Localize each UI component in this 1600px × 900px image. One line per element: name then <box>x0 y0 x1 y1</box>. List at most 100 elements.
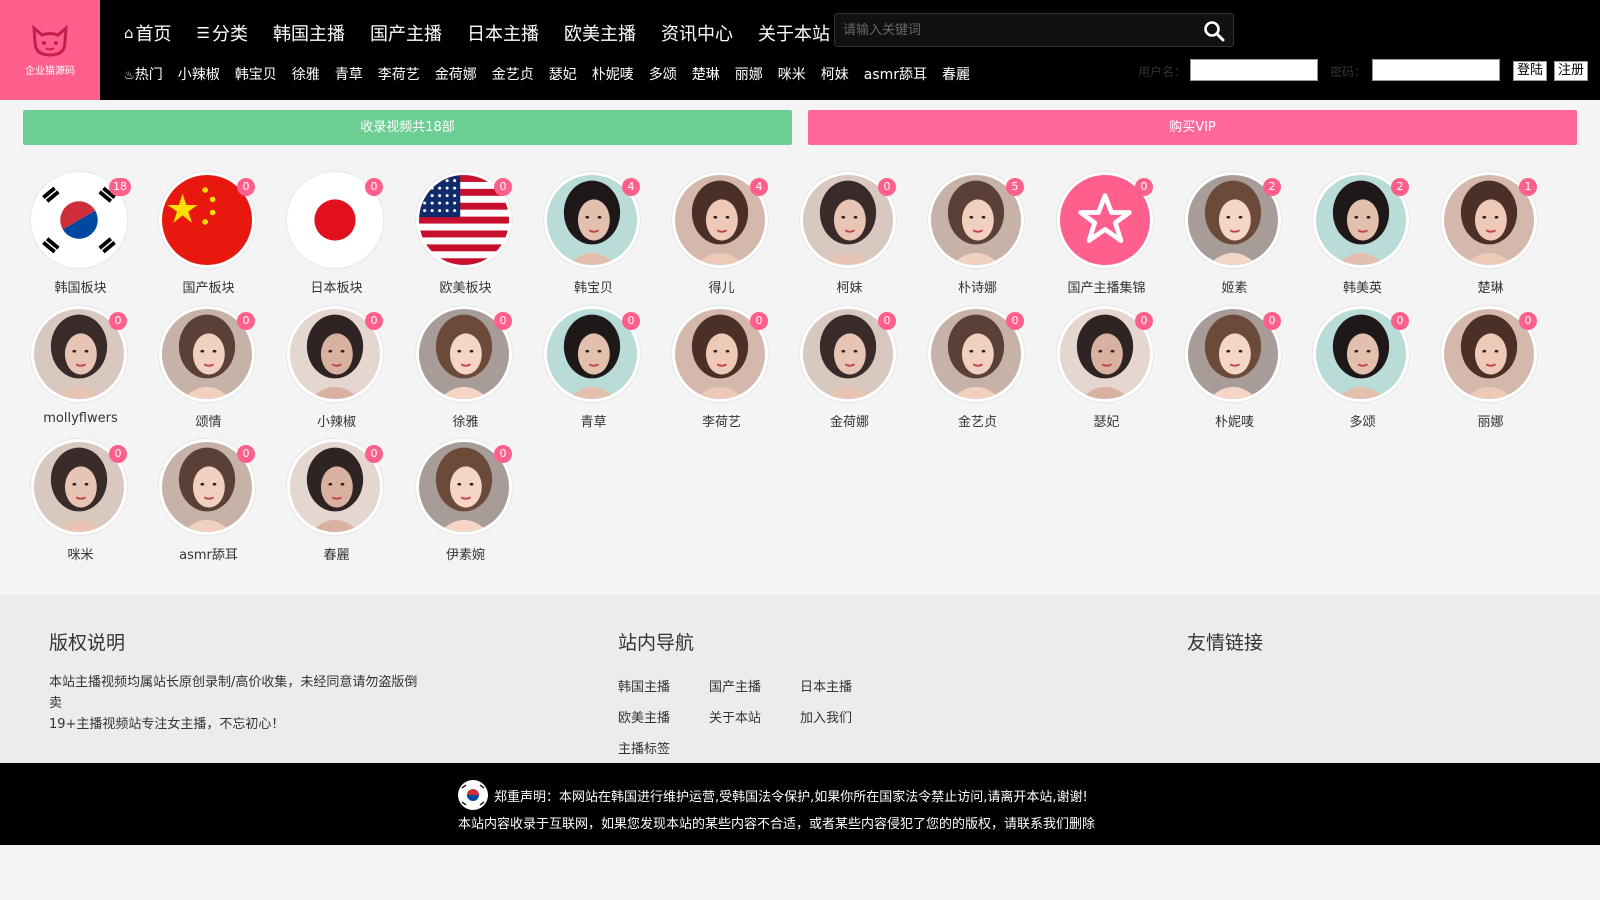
tag-nav-item[interactable]: 多颂 <box>649 64 677 84</box>
category-card[interactable]: 0 mollyflwers <box>23 302 138 432</box>
category-name: 柯妹 <box>836 281 863 296</box>
category-card[interactable]: 0 多颂 <box>1305 302 1420 432</box>
tag-nav-item[interactable]: 金荷娜 <box>435 64 477 84</box>
category-card[interactable]: 0 咪米 <box>23 435 138 565</box>
friend-links-title: 友情链接 <box>1187 632 1264 654</box>
tag-nav: ♨热门 小辣椒 韩宝贝 徐雅 青草 李荷艺 金荷娜 金艺贞 瑟妃 朴妮唛 多颂 楚琳 丽娜 咪米 柯妹 asm… <box>124 64 985 84</box>
logo-text: 企业猫源码 <box>25 65 75 77</box>
footer-nav-link[interactable]: 主播标签 <box>618 734 709 765</box>
main-nav-item[interactable]: ☰ 分类 <box>197 20 248 46</box>
count-badge: 0 <box>750 312 768 330</box>
copyright-text-1: 本站主播视频均属站长原创录制/高价收集，未经同意请勿盗版倒卖 <box>49 675 418 711</box>
category-name: 欧美板块 <box>439 281 492 296</box>
username-input[interactable] <box>1190 59 1318 81</box>
tag-nav-label: 金艺贞 <box>491 67 534 83</box>
category-name: 瑟妃 <box>1093 415 1120 430</box>
main-nav-label: 关于本站 <box>757 24 830 45</box>
tag-nav-label: 咪米 <box>777 67 806 83</box>
category-card[interactable]: 0 丽娜 <box>1433 302 1548 432</box>
tag-nav-item[interactable]: 瑟妃 <box>549 64 577 84</box>
footer-nav-link[interactable]: 加入我们 <box>800 703 891 734</box>
count-badge: 0 <box>365 445 383 463</box>
main-nav-item[interactable]: 欧美主播 <box>564 20 636 46</box>
tag-nav-item[interactable]: 丽娜 <box>735 64 763 84</box>
category-name: 日本板块 <box>310 281 363 296</box>
register-button[interactable]: 注册 <box>1554 61 1589 81</box>
tag-nav-item[interactable]: 楚琳 <box>692 64 720 84</box>
category-card[interactable]: 0 青草 <box>536 302 651 432</box>
main-nav-item[interactable]: 韩国主播 <box>273 20 345 46</box>
count-badge: 0 <box>1519 312 1537 330</box>
footer-nav-link[interactable]: 国产主播 <box>709 672 800 703</box>
main-nav: ⌂ 首页 ☰ 分类 韩国主播 国产主播 日本主播 欧美主播 资讯中心 关于本站 <box>124 20 855 46</box>
tag-nav-item[interactable]: 金艺贞 <box>492 64 534 84</box>
tag-nav-label: 朴妮唛 <box>591 67 634 83</box>
category-card[interactable]: 0 asmr舔耳 <box>151 435 266 565</box>
category-card[interactable]: 0 日本板块 <box>279 168 394 298</box>
site-nav-title: 站内导航 <box>618 632 695 654</box>
tag-nav-item[interactable]: 徐雅 <box>292 64 320 84</box>
category-card[interactable]: 0 李荷艺 <box>664 302 779 432</box>
category-name: 韩宝贝 <box>573 281 613 296</box>
category-card[interactable]: 4 韩宝贝 <box>536 168 651 298</box>
tag-nav-label: 韩宝贝 <box>234 67 277 83</box>
tag-nav-item[interactable]: 李荷艺 <box>378 64 420 84</box>
category-card[interactable]: 0 朴妮唛 <box>1177 302 1292 432</box>
footer-nav-link[interactable]: 关于本站 <box>709 703 800 734</box>
buy-vip-button[interactable]: 购买VIP <box>808 110 1577 145</box>
main-nav-item[interactable]: 国产主播 <box>370 20 442 46</box>
main-nav-item[interactable]: 关于本站 <box>758 20 830 46</box>
site-logo[interactable]: 企业猫源码 <box>0 0 100 100</box>
tag-nav-item[interactable]: 柯妹 <box>821 64 849 84</box>
main-nav-item[interactable]: ⌂ 首页 <box>124 20 172 46</box>
category-card[interactable]: 18 韩国板块 <box>23 168 138 298</box>
tag-nav-item[interactable]: 韩宝贝 <box>235 64 277 84</box>
login-button[interactable]: 登陆 <box>1513 61 1548 81</box>
category-card[interactable]: 0 欧美板块 <box>408 168 523 298</box>
category-card[interactable]: 0 颂情 <box>151 302 266 432</box>
tag-nav-item[interactable]: ♨热门 <box>124 64 163 84</box>
tag-nav-item[interactable]: 朴妮唛 <box>592 64 634 84</box>
tag-nav-item[interactable]: 咪米 <box>778 64 806 84</box>
category-card[interactable]: 2 姬素 <box>1177 168 1292 298</box>
tag-nav-item[interactable]: 春麗 <box>942 64 970 84</box>
count-badge: 0 <box>109 445 127 463</box>
tag-nav-item[interactable]: asmr舔耳 <box>864 64 927 84</box>
category-card[interactable]: 0 国产主播集锦 <box>1049 168 1164 298</box>
category-name: 金艺贞 <box>957 415 997 430</box>
category-card[interactable]: 0 金艺贞 <box>920 302 1035 432</box>
category-card[interactable]: 0 金荷娜 <box>792 302 907 432</box>
video-count-banner[interactable]: 收录视频共18部 <box>23 110 792 145</box>
count-badge: 0 <box>878 312 896 330</box>
footer-nav-link[interactable]: 韩国主播 <box>618 672 709 703</box>
category-card[interactable]: 0 国产板块 <box>151 168 266 298</box>
tag-nav-item[interactable]: 青草 <box>335 64 363 84</box>
search-icon[interactable] <box>1203 20 1225 42</box>
notice-text-1: 郑重声明：本网站在韩国进行维护运营,受韩国法令保护,如果你所在国家法令禁止访问,… <box>494 789 1088 805</box>
main-nav-item[interactable]: 资讯中心 <box>661 20 733 46</box>
password-input[interactable] <box>1372 59 1500 81</box>
category-card[interactable]: 0 徐雅 <box>408 302 523 432</box>
count-badge: 4 <box>622 178 640 196</box>
footer-nav-link[interactable]: 日本主播 <box>800 672 891 703</box>
category-card[interactable]: 0 柯妹 <box>792 168 907 298</box>
footer-nav-link[interactable]: 欧美主播 <box>618 703 709 734</box>
category-card[interactable]: 0 小辣椒 <box>279 302 394 432</box>
main-nav-label: 分类 <box>211 24 248 45</box>
category-name: 徐雅 <box>452 415 479 430</box>
count-badge: 0 <box>878 178 896 196</box>
tag-nav-label: 徐雅 <box>291 67 320 83</box>
tag-nav-item[interactable]: 小辣椒 <box>178 64 220 84</box>
category-name: 姬素 <box>1221 281 1248 296</box>
category-card[interactable]: 4 得儿 <box>664 168 779 298</box>
category-card[interactable]: 0 瑟妃 <box>1049 302 1164 432</box>
main-nav-label: 欧美主播 <box>563 24 636 45</box>
category-card[interactable]: 0 伊素婉 <box>408 435 523 565</box>
main-nav-item[interactable]: 日本主播 <box>467 20 539 46</box>
category-card[interactable]: 0 春麗 <box>279 435 394 565</box>
category-card[interactable]: 5 朴诗娜 <box>920 168 1035 298</box>
search-input[interactable] <box>843 14 1183 46</box>
category-card[interactable]: 2 韩美英 <box>1305 168 1420 298</box>
count-badge: 0 <box>1135 178 1153 196</box>
category-card[interactable]: 1 楚琳 <box>1433 168 1548 298</box>
